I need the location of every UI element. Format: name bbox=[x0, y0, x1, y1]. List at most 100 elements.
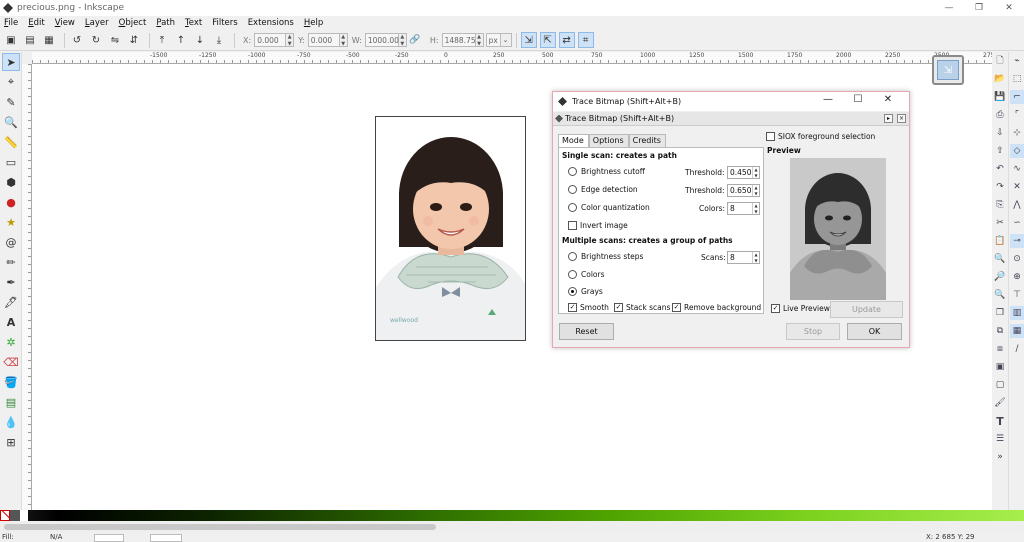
menu-path[interactable]: Path bbox=[156, 18, 175, 28]
eraser-tool-icon[interactable]: ⌫ bbox=[2, 353, 20, 371]
snap-page-border-icon[interactable]: ▥ bbox=[1010, 306, 1024, 320]
spin-arrows-icon[interactable]: ▲ ▼ bbox=[752, 167, 759, 178]
horizontal-scrollbar[interactable] bbox=[0, 521, 1024, 533]
snap-enable-icon[interactable]: ⌁ bbox=[1010, 54, 1024, 68]
3d-box-tool-icon[interactable]: ⬢ bbox=[2, 173, 20, 191]
brightness-cutoff-option[interactable]: Brightness cutoff bbox=[568, 167, 645, 176]
ellipse-tool-icon[interactable]: ● bbox=[2, 193, 20, 211]
x-field[interactable]: 0.000 bbox=[254, 33, 287, 47]
tweak-tool-icon[interactable]: ✎ bbox=[2, 93, 20, 111]
redo-icon[interactable]: ↷ bbox=[993, 180, 1007, 194]
pencil-tool-icon[interactable]: ✏ bbox=[2, 253, 20, 271]
spray-tool-icon[interactable]: ✲ bbox=[2, 333, 20, 351]
calligraphy-tool-icon[interactable]: 🖋 bbox=[2, 293, 20, 311]
lower-icon[interactable]: ↓ bbox=[192, 32, 208, 48]
scale-stroke-icon[interactable]: ⇲ bbox=[520, 32, 537, 48]
select-all-icon[interactable]: ▣ bbox=[3, 32, 19, 48]
rotate-cw-icon[interactable]: ↻ bbox=[88, 32, 104, 48]
snap-rotation-center-icon[interactable]: ⊕ bbox=[1010, 270, 1024, 284]
spiral-tool-icon[interactable]: @ bbox=[2, 233, 20, 251]
snap-bbox-edge-icon[interactable]: ⌐ bbox=[1010, 90, 1024, 104]
snap-paths-icon[interactable]: ∿ bbox=[1010, 162, 1024, 176]
save-icon[interactable]: 💾 bbox=[993, 90, 1007, 104]
lower-to-bottom-icon[interactable]: ⤓ bbox=[211, 32, 227, 48]
move-gradients-icon[interactable]: ⇄ bbox=[558, 32, 575, 48]
brightness-cutoff-radio[interactable] bbox=[568, 167, 577, 176]
snap-cusp-icon[interactable]: ⋀ bbox=[1010, 198, 1024, 212]
y-spinner[interactable]: ▲ ▼ bbox=[339, 33, 348, 47]
fill-stroke-icon[interactable]: 🖌 bbox=[993, 396, 1007, 410]
threshold-edge-value[interactable]: 0.650 bbox=[728, 185, 752, 196]
h-spinner[interactable]: ▲ ▼ bbox=[475, 33, 484, 47]
paint-bucket-tool-icon[interactable]: 🪣 bbox=[2, 373, 20, 391]
unit-select[interactable]: px bbox=[485, 33, 501, 47]
spin-arrows-icon[interactable]: ▲ ▼ bbox=[752, 252, 759, 263]
snap-bbox-icon[interactable]: ⬚ bbox=[1010, 72, 1024, 86]
menu-object[interactable]: Object bbox=[119, 18, 147, 28]
smooth-checkbox[interactable]: ✓ bbox=[568, 303, 577, 312]
bitmap-photo-girl[interactable]: wellwood bbox=[375, 116, 526, 341]
zoom-tool-icon[interactable]: 🔍 bbox=[2, 113, 20, 131]
colors-value[interactable]: 8 bbox=[728, 203, 752, 214]
duplicate-icon[interactable]: ❐ bbox=[993, 306, 1007, 320]
y-field[interactable]: 0.000 bbox=[307, 33, 340, 47]
menu-view[interactable]: View bbox=[55, 18, 75, 28]
select-all-layers-icon[interactable]: ▤ bbox=[22, 32, 38, 48]
pen-tool-icon[interactable]: ✒ bbox=[2, 273, 20, 291]
threshold-brightness-value[interactable]: 0.450 bbox=[728, 167, 752, 178]
menu-help[interactable]: Help bbox=[304, 18, 323, 28]
palette-gradient[interactable] bbox=[28, 510, 1024, 521]
clone-icon[interactable]: ⧉ bbox=[993, 324, 1007, 338]
dialog-close-button[interactable]: ✕ bbox=[873, 94, 903, 105]
invert-image-checkbox[interactable] bbox=[568, 221, 577, 230]
text-font-icon[interactable]: T bbox=[993, 414, 1007, 428]
zoom-drawing-icon[interactable]: 🔎 bbox=[993, 270, 1007, 284]
opacity-field[interactable] bbox=[94, 534, 124, 542]
flip-vertical-icon[interactable]: ⇵ bbox=[126, 32, 142, 48]
threshold-edge-spinner[interactable]: 0.650 ▲ ▼ bbox=[727, 184, 760, 197]
tab-credits[interactable]: Credits bbox=[628, 134, 666, 147]
layer-select[interactable] bbox=[150, 534, 182, 542]
group-icon[interactable]: ▣ bbox=[993, 360, 1007, 374]
undo-icon[interactable]: ↶ bbox=[993, 162, 1007, 176]
colors-option[interactable]: Colors bbox=[568, 270, 605, 279]
scans-spinner[interactable]: 8 ▲ ▼ bbox=[727, 251, 760, 264]
no-paint-swatch[interactable] bbox=[0, 510, 10, 521]
dropper-tool-icon[interactable]: 💧 bbox=[2, 413, 20, 431]
zoom-selection-icon[interactable]: 🔍 bbox=[993, 252, 1007, 266]
paste-icon[interactable]: 📋 bbox=[993, 234, 1007, 248]
copy-icon[interactable]: ⎘ bbox=[993, 198, 1007, 212]
remove-background-option[interactable]: ✓ Remove background bbox=[672, 303, 761, 312]
stop-button[interactable]: Stop bbox=[786, 323, 840, 340]
menu-edit[interactable]: Edit bbox=[28, 18, 44, 28]
scale-corners-icon[interactable]: ⇱ bbox=[539, 32, 556, 48]
close-button[interactable]: ✕ bbox=[994, 0, 1024, 16]
stack-scans-option[interactable]: ✓ Stack scans bbox=[614, 303, 670, 312]
swatch-white[interactable] bbox=[20, 510, 28, 521]
dock-close-button[interactable]: × bbox=[897, 114, 906, 123]
menu-file[interactable]: File bbox=[4, 18, 18, 28]
restore-button[interactable]: ❐ bbox=[964, 0, 994, 16]
zoom-page-icon[interactable]: 🔍 bbox=[993, 288, 1007, 302]
gradient-tool-icon[interactable]: ▤ bbox=[2, 393, 20, 411]
edge-detection-radio[interactable] bbox=[568, 185, 577, 194]
update-button[interactable]: Update bbox=[830, 301, 903, 318]
lock-ratio-icon[interactable]: 🔗 bbox=[407, 32, 423, 48]
threshold-brightness-spinner[interactable]: 0.450 ▲ ▼ bbox=[727, 166, 760, 179]
flip-horizontal-icon[interactable]: ⇋ bbox=[107, 32, 123, 48]
color-quantization-option[interactable]: Color quantization bbox=[568, 203, 650, 212]
live-preview-checkbox[interactable]: ✓ bbox=[771, 304, 780, 313]
tab-mode[interactable]: Mode bbox=[558, 134, 589, 147]
ok-button[interactable]: OK bbox=[847, 323, 902, 340]
color-palette[interactable] bbox=[0, 510, 1024, 521]
move-patterns-icon[interactable]: ⌗ bbox=[577, 32, 594, 48]
siox-option[interactable]: SIOX foreground selection bbox=[766, 132, 875, 141]
cut-icon[interactable]: ✂ bbox=[993, 216, 1007, 230]
layers-icon[interactable]: ☰ bbox=[993, 432, 1007, 446]
brightness-steps-option[interactable]: Brightness steps bbox=[568, 252, 643, 261]
live-preview-option[interactable]: ✓ Live Preview bbox=[771, 304, 830, 313]
minimize-button[interactable]: — bbox=[934, 0, 964, 16]
dialog-minimize-button[interactable]: — bbox=[813, 94, 843, 105]
h-field[interactable]: 1488.75 bbox=[441, 33, 476, 47]
unit-dropdown-chevron-icon[interactable]: ⌄ bbox=[500, 33, 512, 47]
